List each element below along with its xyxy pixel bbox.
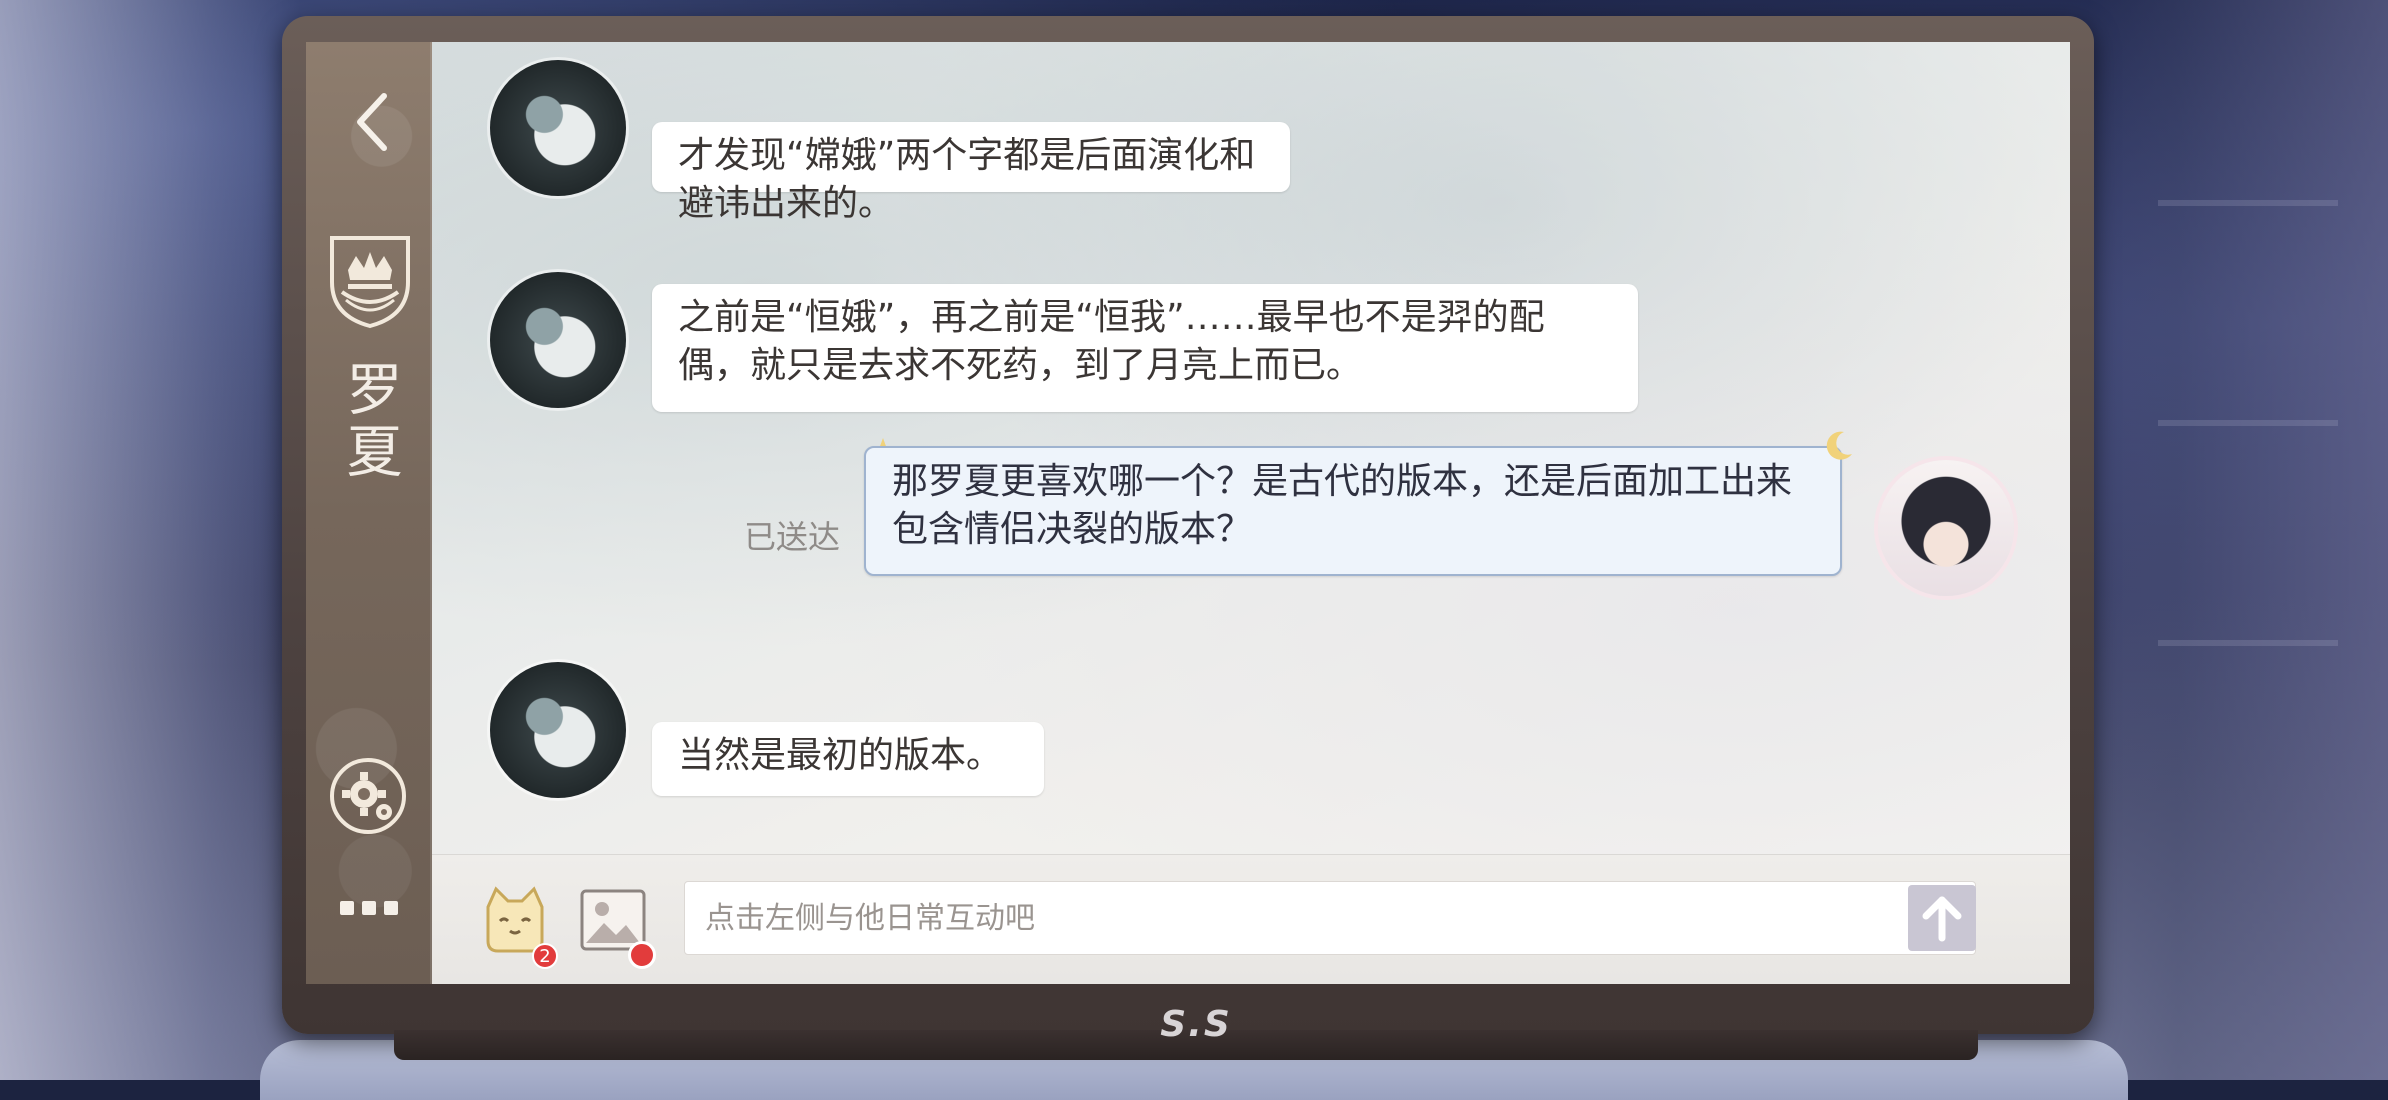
- arrow-up-icon: [1922, 896, 1962, 942]
- contact-avatar[interactable]: [490, 60, 626, 196]
- self-avatar[interactable]: [1878, 460, 2014, 596]
- message-bubble: 当然是最初的版本。: [652, 722, 1044, 796]
- background-blur-right: [2088, 0, 2388, 1080]
- sidebar: 罗夏: [306, 42, 432, 984]
- crown-crest-icon: [330, 236, 410, 329]
- background-shelf: [2158, 200, 2338, 206]
- more-dots-icon: [340, 901, 354, 915]
- more-dots-icon: [384, 901, 398, 915]
- chat-screen: 罗夏 才发现“嫦娥”两个字都是后面演化和避讳出来的。 之前是“恒娥”，再之前是“…: [306, 42, 2070, 984]
- gear-icon: [330, 758, 406, 834]
- sticker-badge: 2: [532, 943, 558, 969]
- contact-name: 罗夏: [337, 360, 402, 484]
- message-bubble-self: 那罗夏更喜欢哪一个？是古代的版本，还是后面加工出来包含情侣决裂的版本？: [864, 446, 1842, 576]
- contact-avatar[interactable]: [490, 662, 626, 798]
- message-list[interactable]: 才发现“嫦娥”两个字都是后面演化和避讳出来的。 之前是“恒娥”，再之前是“恒我”…: [432, 42, 2070, 854]
- moon-decoration-icon: [1826, 431, 1852, 460]
- more-button[interactable]: [336, 898, 402, 918]
- chevron-left-icon: [357, 93, 387, 151]
- delivery-status: 已送达: [744, 518, 841, 556]
- settings-button[interactable]: [328, 756, 408, 836]
- background-blur-left: [0, 0, 300, 1080]
- background-shelf: [2158, 640, 2338, 646]
- input-bar: 2: [432, 854, 2070, 984]
- send-button[interactable]: [1908, 885, 1976, 951]
- brand-logo: S.S: [1160, 1003, 1232, 1045]
- contact-avatar[interactable]: [490, 272, 626, 408]
- notification-dot: [628, 941, 656, 969]
- message-input[interactable]: [684, 881, 1976, 955]
- background-shelf: [2158, 420, 2338, 426]
- message-bubble: 才发现“嫦娥”两个字都是后面演化和避讳出来的。: [652, 122, 1290, 224]
- message-bubble: 之前是“恒娥”，再之前是“恒我”……最早也不是羿的配偶，就只是去求不死药，到了月…: [652, 284, 1638, 412]
- more-dots-icon: [362, 901, 376, 915]
- back-button[interactable]: [344, 86, 400, 158]
